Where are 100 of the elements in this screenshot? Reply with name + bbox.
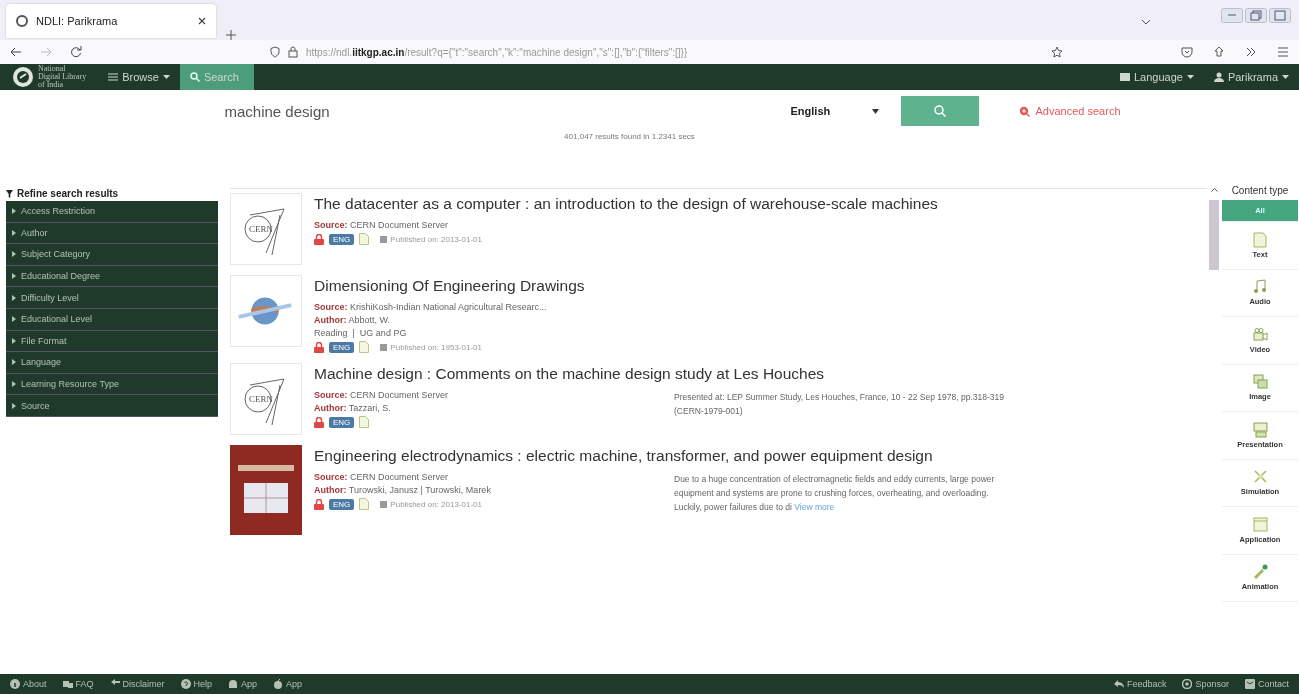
share-icon[interactable] (1213, 46, 1225, 58)
author-line: Author: Tazzari, S. (314, 403, 392, 413)
info-icon (10, 679, 20, 689)
text-icon (1252, 231, 1268, 248)
scrollbar-thumb[interactable] (1209, 200, 1219, 270)
publish-date: Published on: 1953-01-01 (390, 342, 482, 352)
result-title-link[interactable]: The datacenter as a computer : an introduction to the design of warehouse-scale machines (314, 195, 1207, 213)
footer-link[interactable]: Help (180, 679, 213, 689)
audience-line: Reading | UG and PG (314, 328, 408, 338)
help-icon (180, 679, 191, 689)
source-line: Source: CERN Document Server (314, 220, 450, 230)
search-icon (933, 105, 946, 117)
result-description: Presented at: LEP Summer Study, Les Houches, France, 10 - 22 Sep 1978, pp.318-319 (CERN-1979-001) (674, 391, 1005, 418)
caret-right-icon (12, 359, 16, 366)
url-field[interactable]: https://ndl.iitkgp.ac.in/result?q={"t":"search","k":"machine design","s":[],"b":{"filters":[]}} (306, 46, 688, 58)
language-menu-button[interactable]: Language (1109, 64, 1204, 90)
language-badge: ENG (329, 233, 355, 245)
menu-icon (108, 73, 119, 81)
reply-icon (1113, 679, 1124, 689)
user-icon (1213, 72, 1224, 82)
caret-right-icon (12, 251, 16, 258)
caret-down-icon (1186, 75, 1194, 79)
plus-icon[interactable] (226, 30, 236, 40)
animation-icon (1252, 564, 1268, 581)
filter-category[interactable]: Learning Resource Type (6, 373, 218, 396)
user-menu-button[interactable]: Parikrama (1203, 64, 1299, 90)
caret-down-icon (1282, 75, 1289, 79)
footer-link[interactable]: Contact (1244, 679, 1289, 689)
filter-category[interactable]: Author (6, 222, 218, 245)
shield-icon (270, 46, 280, 58)
star-icon[interactable] (1051, 46, 1063, 58)
tab-title: NDLI: Parikrama (36, 15, 119, 27)
scroll-up-icon[interactable] (1210, 188, 1218, 192)
lock-icon (314, 498, 324, 510)
language-badge: ENG (329, 498, 355, 510)
document-icon (359, 233, 370, 245)
footer-link[interactable]: App (228, 679, 258, 689)
caret-right-icon (12, 294, 16, 301)
apple-icon (273, 679, 284, 689)
close-icon[interactable] (198, 17, 206, 25)
caret-right-icon (12, 316, 16, 323)
footer-link[interactable]: FAQ (62, 679, 94, 689)
reload-icon[interactable] (70, 46, 82, 58)
footer-link[interactable]: Sponsor (1182, 679, 1229, 689)
footer-link[interactable]: About (10, 679, 47, 689)
envelope-icon (1244, 679, 1255, 689)
content-type-title: Content type (1231, 185, 1289, 196)
filter-category[interactable]: File Format (6, 330, 218, 353)
result-title-link[interactable]: Engineering electrodynamics : electric machine, transformer, and power equipment design (314, 447, 1207, 465)
lock-icon (314, 233, 324, 245)
advanced-search-link[interactable]: Advanced search (1018, 105, 1121, 117)
filter-category[interactable]: Educational Degree (6, 265, 218, 288)
filter-category[interactable]: Educational Level (6, 308, 218, 331)
restore-icon[interactable] (1245, 8, 1267, 23)
caret-right-icon (12, 229, 16, 236)
image-icon (1252, 374, 1268, 391)
caret-right-icon (12, 337, 16, 344)
filter-category[interactable]: Difficulty Level (6, 287, 218, 309)
filter-icon (6, 189, 13, 198)
search-plus-icon (1018, 105, 1030, 117)
language-badge: ENG (329, 416, 355, 428)
publish-date: Published on: 2013-01-01 (390, 234, 482, 244)
logo-text: CERN (249, 224, 273, 234)
filter-category[interactable]: Access Restriction (6, 201, 218, 223)
chevron-down-icon[interactable] (1141, 19, 1151, 25)
source-line: Source: KrishiKosh-Indian National Agricultural Researc... (314, 302, 548, 312)
caret-down-icon (162, 75, 170, 79)
logo-text: National Digital Library of India (38, 65, 87, 89)
author-line: Author: Abbott, W. (314, 315, 392, 325)
audio-icon (1252, 279, 1268, 296)
result-title-link[interactable]: Dimensioning Of Engineering Drawings (314, 277, 1207, 295)
caret-right-icon (12, 208, 16, 215)
result-title-link[interactable]: Machine design : Comments on the machine design study at Les Houches (314, 365, 1207, 383)
caret-right-icon (12, 402, 16, 409)
lock-icon (288, 46, 298, 58)
overflow-icon[interactable] (1245, 47, 1257, 57)
caret-down-icon (871, 108, 879, 114)
browser-tab[interactable]: NDLI: Parikrama (6, 4, 216, 38)
footer-link[interactable]: Feedback (1113, 679, 1167, 689)
browse-menu-button[interactable]: Browse (98, 64, 180, 90)
caret-right-icon (12, 273, 16, 280)
footer-link[interactable]: App (273, 679, 303, 689)
refine-title: Refine search results (17, 188, 119, 199)
back-arrow-icon[interactable] (10, 47, 22, 57)
footer-link[interactable]: Disclaimer (109, 679, 165, 689)
lifebuoy-icon (1182, 679, 1193, 689)
search-field[interactable]: machine design (214, 98, 735, 124)
result-description: Due to a huge concentration of electromagnetic fields and eddy currents, large power equipment and systems are prone to crushing forces, overheating, and overloading. Luckily, power failures due to di View more (674, 473, 996, 514)
filter-category[interactable]: Language (6, 352, 218, 374)
results-summary: 401,047 results found in 1.2341 secs (564, 132, 695, 141)
publish-date: Published on: 2013-01-01 (390, 499, 482, 509)
filter-category[interactable]: Subject Category (6, 244, 218, 266)
language-dropdown[interactable]: English (784, 104, 885, 118)
language-badge: ENG (329, 341, 355, 353)
pocket-icon[interactable] (1181, 46, 1193, 58)
author-line: Author: Turowski, Janusz | Turowski, Marek (314, 485, 492, 495)
document-icon (359, 416, 370, 428)
filter-category[interactable]: Source (6, 395, 218, 417)
document-icon (359, 341, 370, 353)
document-icon (359, 498, 370, 510)
